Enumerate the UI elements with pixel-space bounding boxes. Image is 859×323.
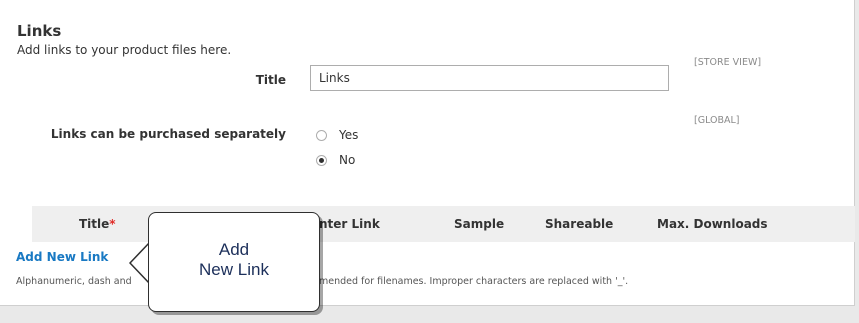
add-new-link-button[interactable]: Add New Link <box>16 250 108 264</box>
radio-yes[interactable]: Yes <box>316 128 358 142</box>
column-shareable: Shareable <box>545 217 614 231</box>
callout-line-2: New Link <box>199 260 269 279</box>
column-title: Title* <box>79 217 116 231</box>
radio-no[interactable]: No <box>316 153 355 167</box>
radio-no-circle[interactable] <box>316 154 327 166</box>
callout-line-1: Add <box>218 240 250 259</box>
title-input[interactable] <box>310 65 669 91</box>
add-new-link-callout: Add New Link <box>148 212 320 312</box>
column-max-downloads: Max. Downloads <box>657 217 768 231</box>
radio-yes-label: Yes <box>339 128 359 142</box>
title-field-label: Title <box>255 73 286 87</box>
column-sample: Sample <box>454 217 505 231</box>
store-view-scope: [STORE VIEW] <box>694 57 762 68</box>
column-link: nter Link <box>319 217 380 231</box>
purchase-separately-label: Links can be purchased separately <box>50 127 286 141</box>
radio-no-label: No <box>339 153 356 167</box>
section-title: Links <box>17 22 62 40</box>
filename-hint-left: Alphanumeric, dash and <box>16 276 132 287</box>
global-scope: [GLOBAL] <box>694 115 740 126</box>
required-mark: * <box>109 217 116 231</box>
radio-yes-circle[interactable] <box>316 129 327 141</box>
filename-hint-right: mended for filenames. Improper character… <box>319 276 629 287</box>
section-description: Add links to your product files here. <box>17 43 232 57</box>
